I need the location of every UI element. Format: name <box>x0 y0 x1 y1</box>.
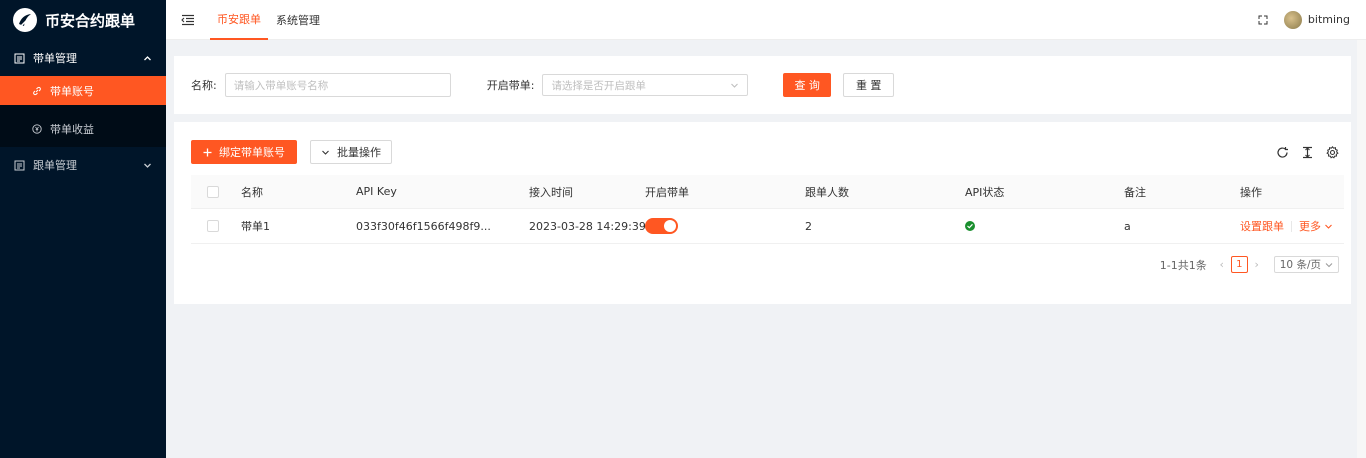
table-row: 带单1 033f30f46f1566f498f9... 2023-03-28 1… <box>191 209 1344 244</box>
cell-api-key: 033f30f46f1566f498f9... <box>356 219 491 233</box>
cell-created-at: 2023-03-28 14:29:39 <box>529 219 646 233</box>
sidebar-item-lead-earnings[interactable]: 带单收益 <box>0 111 166 147</box>
logo[interactable]: 币安合约跟单 <box>0 0 166 40</box>
column-header: 跟单人数 <box>805 185 849 199</box>
batch-operation-label: 批量操作 <box>337 146 381 159</box>
chevron-down-icon <box>731 83 739 88</box>
chevron-down-icon <box>1325 262 1333 267</box>
sidebar-group-label: 跟单管理 <box>33 159 77 172</box>
page-size-value: 10 条/页 <box>1279 259 1321 271</box>
name-input[interactable]: 请输入带单账号名称 <box>224 73 451 97</box>
column-header: 接入时间 <box>529 185 573 199</box>
sidebar-item-lead-accounts[interactable]: 带单账号 <box>0 76 166 105</box>
column-header: 操作 <box>1240 185 1262 199</box>
table-tools <box>1276 145 1339 159</box>
pagination: 1-1共1条 ‹ 1 › 10 条/页 <box>1160 256 1339 273</box>
data-table: 名称 API Key 接入时间 开启带单 跟单人数 API状态 备注 操作 带单… <box>191 175 1344 244</box>
column-header: API Key <box>356 185 397 198</box>
enabled-label: 开启带单: <box>486 79 535 92</box>
row-checkbox[interactable] <box>207 220 219 232</box>
link-icon <box>33 86 41 95</box>
app-title: 币安合约跟单 <box>45 11 136 30</box>
column-height-icon[interactable] <box>1301 146 1314 159</box>
setting-icon[interactable] <box>1326 145 1339 159</box>
enabled-select-placeholder: 请选择是否开启跟单 <box>551 79 646 92</box>
page-button-current[interactable]: 1 <box>1230 256 1248 273</box>
name-label: 名称: <box>191 79 217 92</box>
select-all-checkbox[interactable] <box>207 185 219 198</box>
column-header: 名称 <box>241 185 263 199</box>
sidebar: 币安合约跟单 带单管理 带单账号 带单收益 跟单管理 <box>0 0 166 458</box>
cell-actions: 设置跟单 更多 <box>1240 218 1333 234</box>
api-status-ok-icon <box>965 221 975 231</box>
page-size-select[interactable]: 10 条/页 <box>1273 256 1339 273</box>
header-user-area: bitming <box>1258 10 1366 29</box>
chevron-down-icon <box>144 163 151 168</box>
pagination-summary: 1-1共1条 <box>1159 258 1207 272</box>
document-icon <box>14 160 25 170</box>
yen-circle-icon <box>32 124 42 134</box>
batch-operation-button[interactable]: 批量操作 <box>310 140 392 164</box>
prev-page-icon[interactable]: ‹ <box>1217 258 1227 271</box>
avatar[interactable] <box>1283 10 1302 29</box>
sidebar-item-label: 带单收益 <box>50 123 94 136</box>
cell-name: 带单1 <box>241 220 270 233</box>
enable-toggle[interactable] <box>645 218 678 234</box>
username[interactable]: bitming <box>1308 13 1350 26</box>
next-page-icon[interactable]: › <box>1252 258 1262 271</box>
fullscreen-icon[interactable] <box>1258 15 1268 25</box>
main-content: 名称: 请输入带单账号名称 开启带单: 请选择是否开启跟单 查 询 重 置 绑定… <box>174 56 1351 304</box>
table-toolbar: 绑定带单账号 批量操作 <box>191 140 1339 164</box>
tab-binance-follow[interactable]: 币安跟单 <box>210 0 268 40</box>
sidebar-group-label: 带单管理 <box>33 52 77 65</box>
query-button[interactable]: 查 询 <box>783 73 831 97</box>
cell-remark: a <box>1124 219 1131 233</box>
top-header: 币安跟单 系统管理 bitming <box>166 0 1366 40</box>
plus-icon <box>203 148 212 156</box>
menu-collapse-button[interactable] <box>166 14 210 26</box>
table-panel: 绑定带单账号 批量操作 名称 API Key 接入时间 开启带单 跟单人数 AP… <box>174 122 1351 304</box>
column-header: API状态 <box>965 185 1005 199</box>
logo-icon <box>13 8 37 32</box>
search-panel: 名称: 请输入带单账号名称 开启带单: 请选择是否开启跟单 查 询 重 置 <box>174 56 1351 114</box>
chevron-down-icon <box>322 150 329 155</box>
bind-account-label: 绑定带单账号 <box>219 146 285 159</box>
bind-account-button[interactable]: 绑定带单账号 <box>191 140 297 164</box>
cell-followers: 2 <box>805 219 812 233</box>
column-header: 开启带单 <box>645 185 689 199</box>
sidebar-group-follow-management[interactable]: 跟单管理 <box>0 147 166 183</box>
column-header: 备注 <box>1124 185 1146 199</box>
menu-fold-icon <box>181 14 194 25</box>
table-header: 名称 API Key 接入时间 开启带单 跟单人数 API状态 备注 操作 <box>191 175 1344 209</box>
action-divider <box>1291 220 1292 232</box>
more-actions-link[interactable]: 更多 <box>1299 218 1321 234</box>
enabled-select[interactable]: 请选择是否开启跟单 <box>542 74 749 96</box>
reset-button[interactable]: 重 置 <box>842 73 895 97</box>
sidebar-submenu: 带单账号 带单收益 <box>0 76 166 147</box>
chevron-down-icon[interactable] <box>1324 222 1333 231</box>
page-scrollbar[interactable] <box>1357 40 1366 458</box>
sidebar-group-lead-management[interactable]: 带单管理 <box>0 40 166 76</box>
sidebar-item-label: 带单账号 <box>50 84 94 98</box>
tab-system-management[interactable]: 系统管理 <box>269 0 327 40</box>
chevron-up-icon <box>144 55 151 60</box>
reload-icon[interactable] <box>1276 146 1289 159</box>
setup-follow-link[interactable]: 设置跟单 <box>1240 218 1284 234</box>
document-icon <box>14 53 25 63</box>
